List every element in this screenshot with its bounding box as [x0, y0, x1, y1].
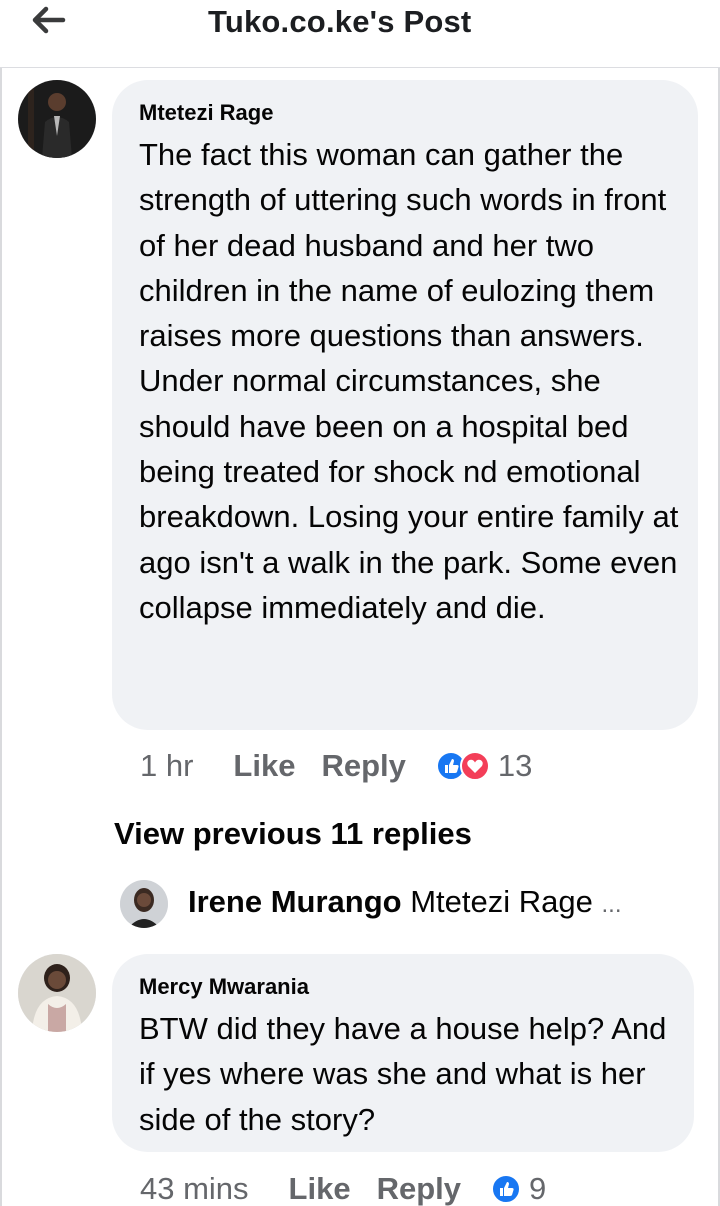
comment-actions: 1 hr Like Reply 13 [140, 746, 532, 786]
profile-photo-icon [120, 880, 168, 928]
avatar[interactable] [18, 80, 96, 158]
comment-time[interactable]: 1 hr [140, 748, 193, 784]
reply-button[interactable]: Reply [377, 1171, 461, 1206]
comment-author[interactable]: Mtetezi Rage [139, 100, 273, 126]
header-bar: Tuko.co.ke's Post [0, 0, 720, 68]
reply-button[interactable]: Reply [321, 748, 405, 784]
comment-bubble: Mtetezi Rage The fact this woman can gat… [112, 80, 698, 730]
profile-photo-icon [18, 80, 96, 158]
reply-text: Mtetezi Rage [410, 884, 593, 919]
reply-author: Irene Murango [188, 884, 402, 919]
reactions[interactable]: 9 [491, 1171, 546, 1206]
avatar[interactable] [120, 880, 168, 928]
comment-text: The fact this woman can gather the stren… [139, 137, 679, 625]
avatar[interactable] [18, 954, 96, 1032]
comment-author[interactable]: Mercy Mwarania [139, 974, 309, 1000]
like-reaction-icon [491, 1174, 521, 1204]
comment-bubble: Mercy Mwarania BTW did they have a house… [112, 954, 694, 1152]
like-button[interactable]: Like [233, 748, 295, 784]
back-button[interactable] [24, 2, 72, 38]
page-title: Tuko.co.ke's Post [208, 4, 472, 39]
arrow-left-icon [32, 6, 66, 34]
reply-ellipsis: ... [601, 891, 622, 918]
reaction-count: 9 [529, 1171, 547, 1206]
reactions[interactable]: 13 [435, 748, 533, 784]
reaction-count: 13 [497, 748, 533, 783]
comment-text: BTW did they have a house help? And if y… [139, 1011, 667, 1137]
view-previous-replies-link[interactable]: View previous 11 replies [114, 816, 472, 852]
like-button[interactable]: Like [289, 1171, 351, 1206]
left-border [0, 68, 2, 1206]
comment-time[interactable]: 43 mins [140, 1171, 249, 1206]
love-reaction-icon [459, 751, 490, 781]
latest-reply-preview[interactable]: Irene Murango Mtetezi Rage ... [188, 884, 622, 920]
profile-photo-icon [18, 954, 96, 1032]
comment-actions: 43 mins Like Reply 9 [140, 1169, 546, 1206]
